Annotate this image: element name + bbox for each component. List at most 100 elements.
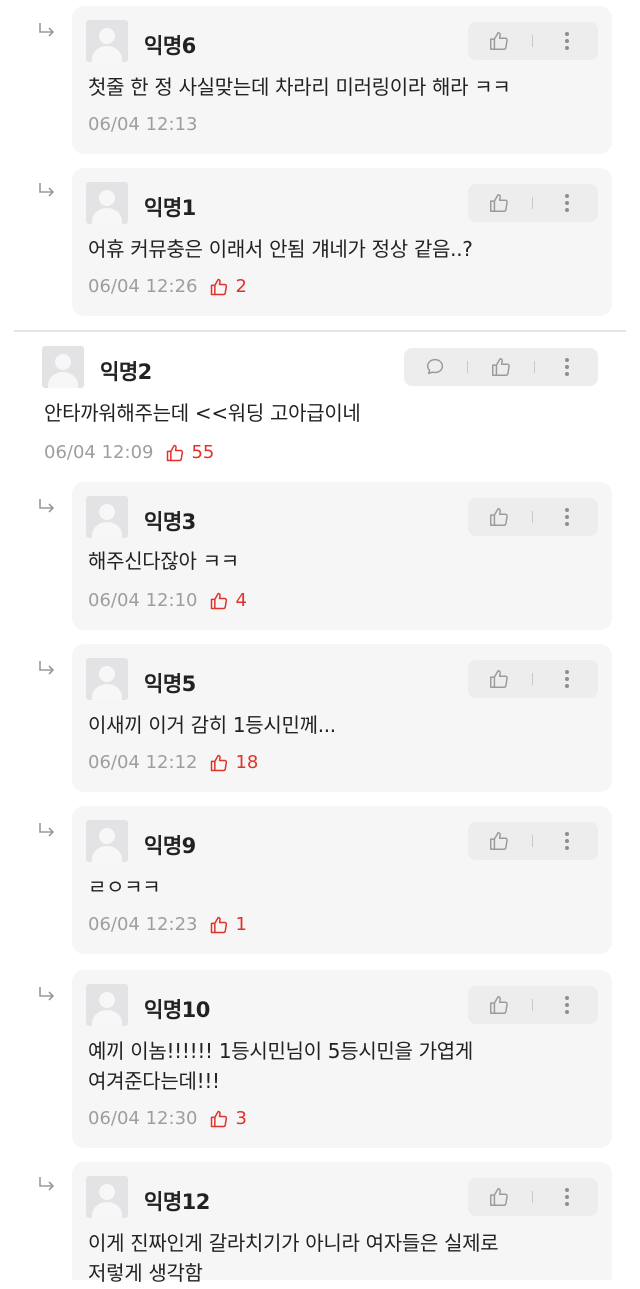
thumbs-up-icon	[211, 1110, 228, 1127]
comment-time: 06/04 12:10	[88, 590, 198, 611]
like-count-value: 55	[191, 442, 215, 463]
thumbs-up-icon	[211, 754, 228, 771]
comment-text: 첫줄 한 정 사실맞는데 차라리 미러링이라 해라 ㅋㅋ	[88, 75, 511, 99]
more-vertical-icon[interactable]	[550, 662, 584, 696]
comment-meta: 06/04 12:23 1	[88, 914, 247, 935]
comment-author: 익명3	[144, 510, 196, 534]
like-count: 4	[209, 590, 247, 611]
comment-actions	[468, 986, 598, 1024]
reply-arrow-icon	[38, 182, 56, 198]
default-avatar-icon	[86, 496, 128, 538]
like-count: 18	[209, 752, 258, 773]
comment-author: 익명2	[100, 360, 152, 384]
thumbs-up-icon[interactable]	[482, 824, 516, 858]
comment-actions	[468, 498, 598, 536]
thumbs-up-icon	[211, 916, 228, 933]
action-separator	[533, 361, 535, 373]
comment-text-line2: 여겨준다는데!!!	[88, 1069, 220, 1093]
thumbs-up-icon[interactable]	[482, 24, 516, 58]
comment-meta: 06/04 12:10 4	[88, 590, 247, 611]
more-vertical-icon[interactable]	[550, 1180, 584, 1214]
thumbs-up-icon[interactable]	[484, 350, 518, 384]
reply-arrow-icon	[38, 498, 56, 514]
action-separator	[532, 835, 534, 847]
thumbs-up-icon[interactable]	[482, 500, 516, 534]
thumbs-up-icon	[167, 444, 184, 461]
reply-card: 익명10 예끼 이놈!!!!!! 1등시민님이 5등시민을 가엽게 여겨준다는데…	[72, 970, 612, 1148]
comment-author: 익명5	[144, 672, 196, 696]
comment-actions	[468, 1178, 598, 1216]
more-vertical-icon[interactable]	[550, 24, 584, 58]
default-avatar-icon	[42, 346, 84, 388]
like-count: 1	[209, 914, 247, 935]
comment-author: 익명12	[144, 1190, 210, 1214]
comment-text: 어휴 커뮤충은 이래서 안됨 걔네가 정상 같음..?	[88, 237, 473, 261]
action-separator	[532, 35, 534, 47]
reply-card: 익명5 이새끼 이거 감히 1등시민께... 06/04 12:12 18	[72, 644, 612, 792]
more-vertical-icon[interactable]	[550, 186, 584, 220]
thumbs-up-icon[interactable]	[482, 1180, 516, 1214]
reply-card: 익명9 ㄹㅇㅋㅋ 06/04 12:23 1	[72, 806, 612, 954]
speech-bubble-icon[interactable]	[418, 350, 452, 384]
comment-meta: 06/04 12:12 18	[88, 752, 258, 773]
thumbs-up-icon[interactable]	[482, 988, 516, 1022]
comment-time: 06/04 12:12	[88, 752, 198, 773]
reply-arrow-icon	[38, 22, 56, 38]
like-count-value: 3	[235, 1108, 247, 1129]
action-separator	[532, 999, 534, 1011]
reply-card: 익명6 첫줄 한 정 사실맞는데 차라리 미러링이라 해라 ㅋㅋ 06/04 1…	[72, 6, 612, 154]
like-count: 55	[165, 442, 214, 463]
reply-card: 익명1 어휴 커뮤충은 이래서 안됨 걔네가 정상 같음..? 06/04 12…	[72, 168, 612, 316]
comment-text: ㄹㅇㅋㅋ	[88, 875, 161, 899]
more-vertical-icon[interactable]	[550, 500, 584, 534]
comment-meta: 06/04 12:26 2	[88, 276, 247, 297]
action-separator	[532, 1191, 534, 1203]
thumbs-up-icon	[211, 592, 228, 609]
comment-time: 06/04 12:26	[88, 276, 198, 297]
comment-author: 익명1	[144, 196, 196, 220]
action-separator	[532, 673, 534, 685]
default-avatar-icon	[86, 820, 128, 862]
reply-card: 익명3 해주신다잖아 ㅋㅋ 06/04 12:10 4	[72, 482, 612, 630]
like-count-value: 1	[235, 914, 247, 935]
comment-meta: 06/04 12:13	[88, 114, 197, 135]
reply-arrow-icon	[38, 822, 56, 838]
default-avatar-icon	[86, 1176, 128, 1218]
comment-author: 익명9	[144, 834, 196, 858]
like-count-value: 4	[235, 590, 247, 611]
comment-author: 익명10	[144, 998, 210, 1022]
comment-author: 익명6	[144, 34, 196, 58]
more-vertical-icon[interactable]	[550, 824, 584, 858]
more-vertical-icon[interactable]	[550, 350, 584, 384]
default-avatar-icon	[86, 20, 128, 62]
comment-time: 06/04 12:09	[44, 442, 154, 463]
comment-time: 06/04 12:23	[88, 914, 198, 935]
more-vertical-icon[interactable]	[550, 988, 584, 1022]
comment-actions	[468, 22, 598, 60]
like-count: 3	[209, 1108, 247, 1129]
comment-actions	[468, 822, 598, 860]
action-separator	[532, 511, 534, 523]
comment-text-line2: 저렇게 생각함	[88, 1261, 203, 1285]
comment-meta: 06/04 12:30 3	[88, 1108, 247, 1129]
action-separator	[532, 197, 534, 209]
comment-time: 06/04 12:13	[88, 114, 198, 135]
action-separator	[467, 361, 469, 373]
comment-actions	[468, 184, 598, 222]
reply-arrow-icon	[38, 660, 56, 676]
comment-thread: 익명6 첫줄 한 정 사실맞는데 차라리 미러링이라 해라 ㅋㅋ 06/04 1…	[0, 0, 640, 1285]
thread-divider	[14, 330, 626, 332]
like-count-value: 18	[235, 752, 259, 773]
comment-actions	[468, 660, 598, 698]
thumbs-up-icon	[211, 278, 228, 295]
comment-text: 예끼 이놈!!!!!! 1등시민님이 5등시민을 가엽게	[88, 1039, 473, 1063]
comment-actions	[404, 348, 598, 386]
like-count-value: 2	[235, 276, 247, 297]
comment-text: 이새끼 이거 감히 1등시민께...	[88, 713, 336, 737]
comment-time: 06/04 12:30	[88, 1108, 198, 1129]
reply-card: 익명12 이게 진짜인게 갈라치기가 아니라 여자들은 실제로 저렇게 생각함	[72, 1162, 612, 1285]
reply-arrow-icon	[38, 986, 56, 1002]
thumbs-up-icon[interactable]	[482, 186, 516, 220]
thumbs-up-icon[interactable]	[482, 662, 516, 696]
default-avatar-icon	[86, 984, 128, 1026]
